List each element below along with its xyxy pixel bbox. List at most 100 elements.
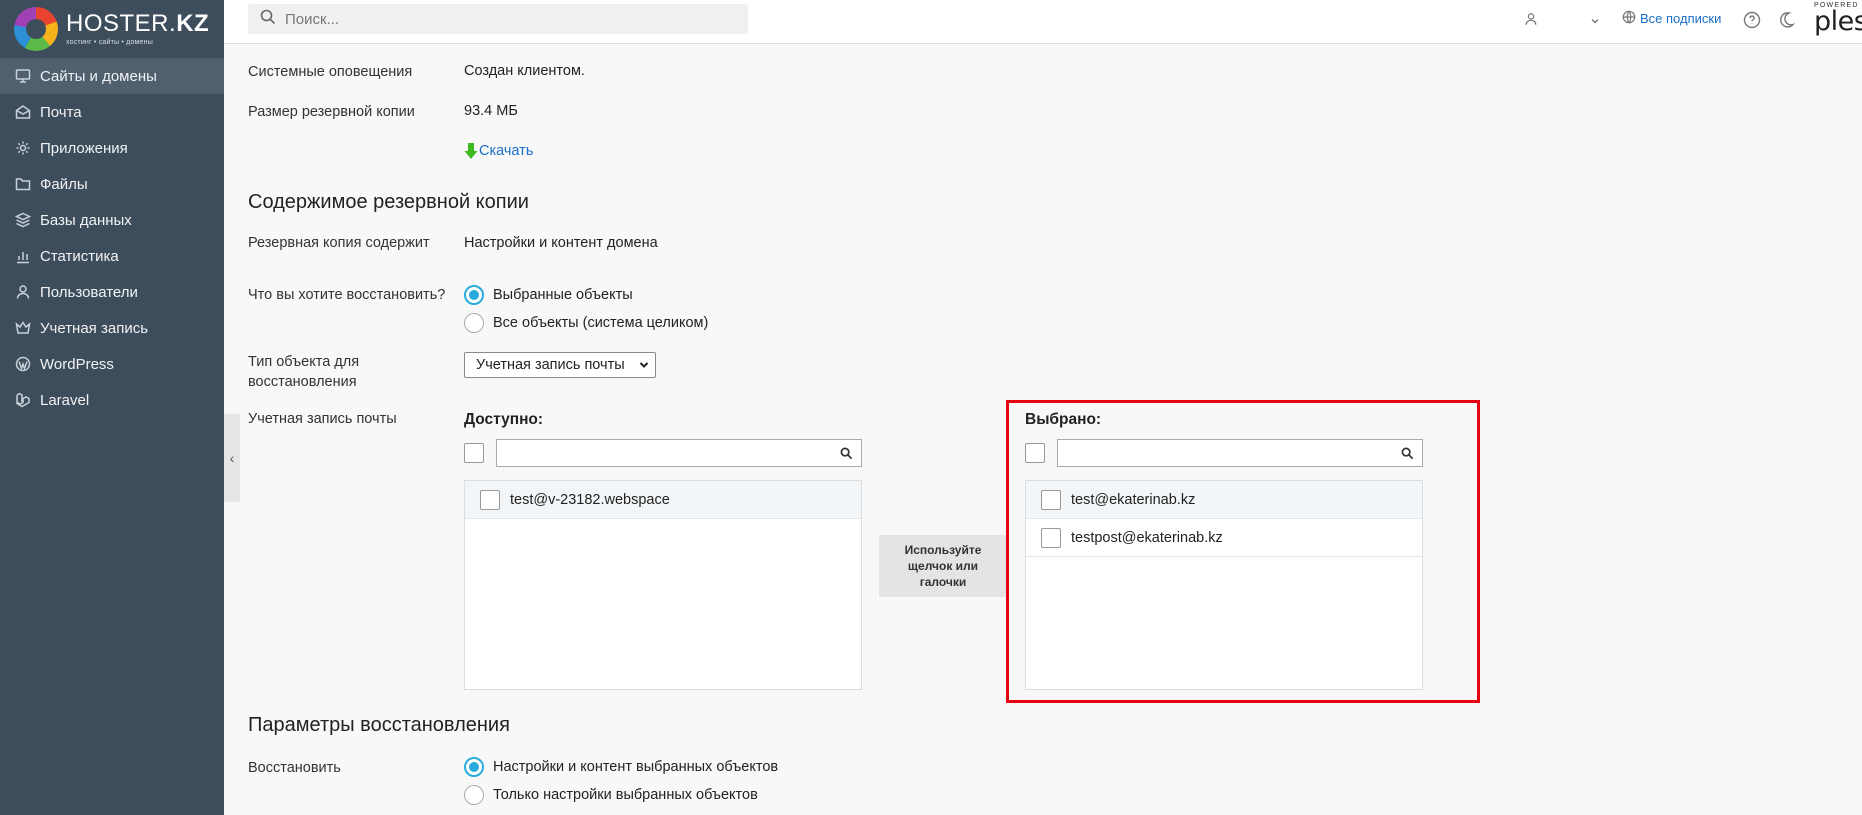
backup-size-value: 93.4 МБ — [464, 103, 518, 119]
dark-mode-icon[interactable] — [1779, 11, 1796, 33]
sidebar-item-label: WordPress — [40, 355, 114, 373]
chevron-down-icon — [639, 362, 649, 368]
sidebar-item-label: Пользователи — [40, 283, 138, 301]
search-box[interactable] — [248, 4, 748, 34]
selection-hint: Используйте щелчок или галочки — [879, 535, 1007, 597]
sidebar-item-wordpress[interactable]: WordPress — [0, 346, 224, 382]
sidebar-item-label: Почта — [40, 103, 82, 121]
sidebar-item-label: Учетная запись — [40, 319, 149, 337]
sidebar-item-users[interactable]: Пользователи — [0, 274, 224, 310]
sidebar-item-statistics[interactable]: Статистика — [0, 238, 224, 274]
list-item[interactable]: test@ekaterinab.kz — [1026, 481, 1422, 519]
gear-icon — [15, 140, 31, 156]
object-type-value: Учетная запись почты — [476, 357, 625, 373]
radio-label: Выбранные объекты — [493, 287, 633, 303]
subscriptions-label: Все подписки — [1640, 11, 1722, 26]
sidebar-item-applications[interactable]: Приложения — [0, 130, 224, 166]
subscriptions-selector[interactable]: Все подписки — [1622, 10, 1721, 27]
mail-icon — [15, 104, 31, 120]
list-item[interactable]: test@v-23182.webspace — [465, 481, 861, 519]
sidebar-item-label: Laravel — [40, 391, 90, 409]
radio-label: Только настройки выбранных объектов — [493, 787, 758, 803]
sidebar-item-label: Файлы — [40, 175, 88, 193]
notifications-label: Системные оповещения — [248, 64, 413, 80]
logo-icon — [14, 7, 58, 51]
brand-tagline: хостинг • сайты • домены — [66, 39, 153, 46]
restore-params-title: Параметры восстановления — [248, 714, 510, 736]
laravel-icon — [15, 392, 31, 408]
top-header: Все подписки POWERED ples — [224, 0, 1862, 44]
restore-label: Восстановить — [248, 760, 341, 776]
help-icon[interactable] — [1743, 11, 1761, 33]
sidebar-item-laravel[interactable]: Laravel — [0, 382, 224, 418]
globe-icon — [1622, 10, 1640, 27]
radio-all-objects[interactable]: Все объекты (система целиком) — [464, 313, 708, 333]
radio-settings-and-content[interactable]: Настройки и контент выбранных объектов — [464, 757, 778, 777]
selected-title: Выбрано: — [1025, 411, 1102, 428]
search-icon — [840, 447, 853, 459]
item-checkbox[interactable] — [1041, 527, 1061, 548]
radio-selected-objects[interactable]: Выбранные объекты — [464, 285, 633, 305]
mail-account-label: Учетная запись почты — [248, 411, 397, 427]
monitor-icon — [15, 68, 31, 84]
sidebar-item-label: Статистика — [40, 247, 119, 265]
selected-filter-input[interactable] — [1057, 439, 1423, 467]
folder-icon — [15, 176, 31, 192]
available-filter-input[interactable] — [496, 439, 862, 467]
selected-select-all-checkbox[interactable] — [1025, 443, 1045, 463]
radio-button-checked[interactable] — [464, 757, 484, 777]
item-checkbox[interactable] — [1041, 489, 1061, 510]
search-icon — [1401, 447, 1414, 459]
item-checkbox[interactable] — [480, 489, 500, 510]
download-arrow-icon — [464, 143, 478, 159]
radio-button-checked[interactable] — [464, 285, 484, 305]
backup-size-label: Размер резервной копии — [248, 104, 415, 120]
item-label: test@v-23182.webspace — [510, 491, 670, 508]
backup-contains-label: Резервная копия содержит — [248, 235, 430, 251]
sidebar-item-label: Приложения — [40, 139, 128, 157]
object-type-select[interactable]: Учетная запись почты — [464, 352, 656, 378]
available-list: test@v-23182.webspace — [464, 480, 862, 690]
object-type-label: Тип объекта для восстановления — [248, 354, 360, 390]
sidebar-nav: Сайты и домены Почта Приложения Файлы Ба… — [0, 58, 224, 418]
database-icon — [15, 212, 31, 228]
backup-contains-value: Настройки и контент домена — [464, 235, 658, 251]
radio-label: Настройки и контент выбранных объектов — [493, 759, 779, 775]
wordpress-icon — [15, 356, 31, 372]
sidebar: HOSTER.KZ хостинг • сайты • домены Сайты… — [0, 0, 224, 815]
plesk-logo: POWERED ples — [1814, 2, 1862, 37]
selected-list: test@ekaterinab.kz testpost@ekaterinab.k… — [1025, 480, 1423, 690]
bar-chart-icon — [15, 248, 31, 264]
restore-what-label: Что вы хотите восстановить? — [248, 287, 446, 303]
notifications-value: Создан клиентом. — [464, 63, 585, 79]
item-label: testpost@ekaterinab.kz — [1071, 529, 1223, 546]
brand-logo[interactable]: HOSTER.KZ хостинг • сайты • домены — [0, 0, 224, 58]
sidebar-item-databases[interactable]: Базы данных — [0, 202, 224, 238]
radio-label: Все объекты (система целиком) — [493, 315, 709, 331]
available-select-all-checkbox[interactable] — [464, 443, 484, 463]
user-menu-icon[interactable] — [1524, 12, 1538, 30]
radio-settings-only[interactable]: Только настройки выбранных объектов — [464, 785, 758, 805]
sidebar-collapse-button[interactable]: ‹ — [224, 414, 240, 502]
search-input[interactable] — [285, 10, 725, 28]
search-icon — [260, 9, 276, 29]
crown-icon — [15, 320, 31, 336]
sidebar-item-account[interactable]: Учетная запись — [0, 310, 224, 346]
user-icon — [15, 284, 31, 300]
download-label: Скачать — [479, 143, 534, 159]
available-title: Доступно: — [464, 411, 544, 428]
radio-button[interactable] — [464, 785, 484, 805]
sidebar-item-mail[interactable]: Почта — [0, 94, 224, 130]
sidebar-item-label: Базы данных — [40, 211, 132, 229]
sidebar-item-files[interactable]: Файлы — [0, 166, 224, 202]
backup-contents-title: Содержимое резервной копии — [248, 191, 529, 213]
brand-name: HOSTER.KZ — [66, 10, 210, 37]
item-label: test@ekaterinab.kz — [1071, 491, 1196, 508]
sidebar-item-websites[interactable]: Сайты и домены — [0, 58, 224, 94]
radio-button[interactable] — [464, 313, 484, 333]
sidebar-item-label: Сайты и домены — [40, 67, 157, 85]
chevron-down-icon[interactable] — [1590, 13, 1600, 30]
main-content: Системные оповещения Создан клиентом. Ра… — [248, 44, 1862, 815]
download-link[interactable]: Скачать — [464, 142, 533, 160]
list-item[interactable]: testpost@ekaterinab.kz — [1026, 519, 1422, 557]
